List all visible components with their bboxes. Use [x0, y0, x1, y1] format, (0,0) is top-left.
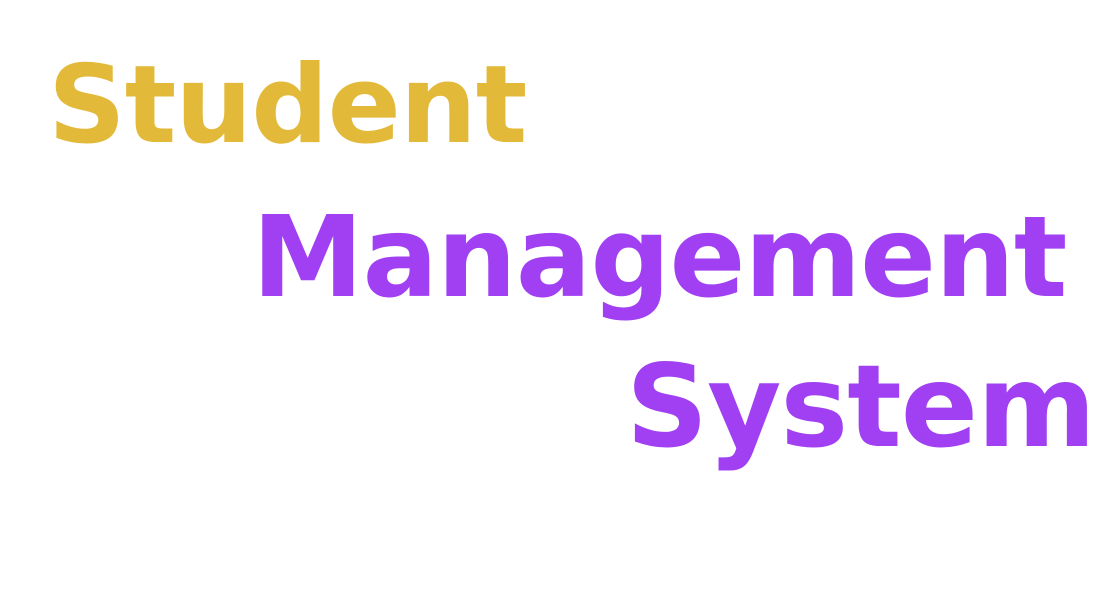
title-word-system: System [626, 340, 1096, 473]
title-word-student: Student [48, 43, 527, 168]
title-word-management: Management [252, 193, 1067, 323]
